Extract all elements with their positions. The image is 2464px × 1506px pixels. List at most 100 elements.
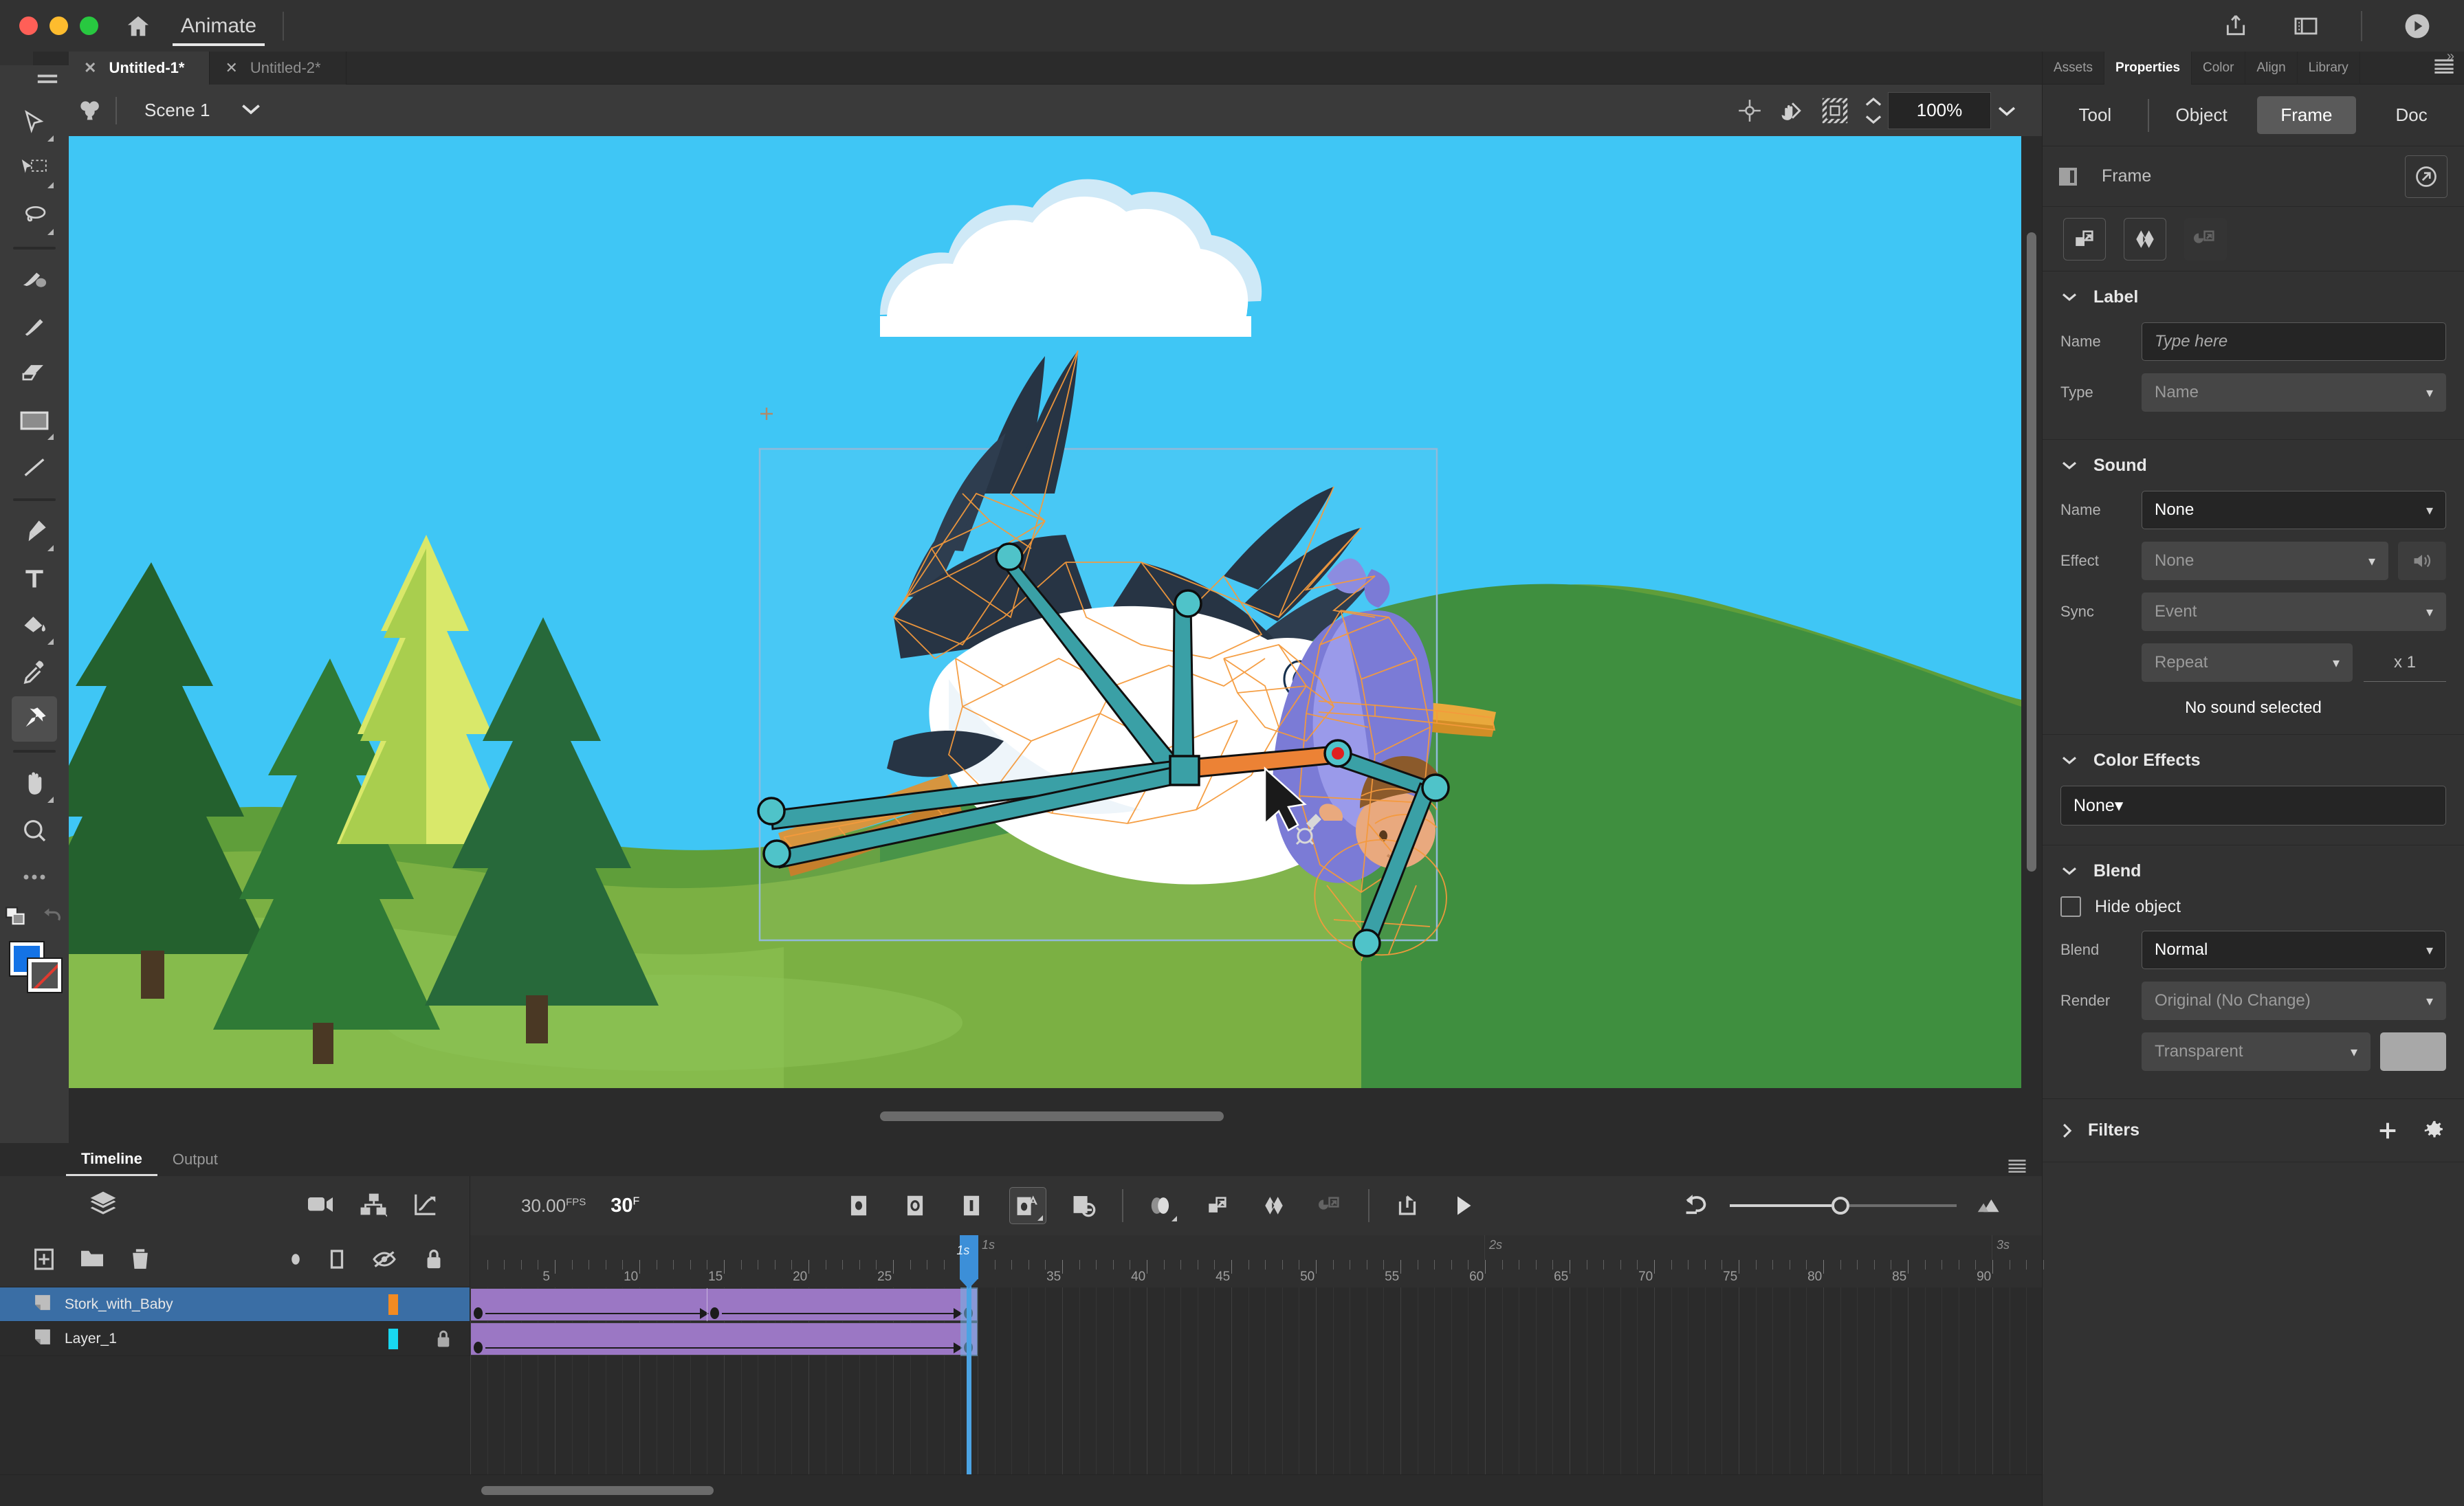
panel-tab-library[interactable]: Library (2298, 51, 2360, 85)
sound-sync-select[interactable]: Event ▾ (2142, 593, 2446, 631)
filters-section-header[interactable]: Filters (2043, 1099, 2464, 1162)
paint-brush-tool[interactable] (12, 258, 57, 303)
swap-colors-icon[interactable] (4, 905, 30, 927)
layer-lock-icon[interactable] (430, 1329, 457, 1349)
maximize-window-button[interactable] (80, 16, 98, 35)
create-motion-tween-icon[interactable] (2184, 217, 2227, 261)
preview-size-icon[interactable] (1976, 1194, 2005, 1218)
rectangle-tool[interactable] (12, 398, 57, 443)
insert-blank-keyframe-icon[interactable] (896, 1187, 934, 1224)
layer-row-layer-1[interactable]: Layer_1 (0, 1322, 470, 1356)
tab-output[interactable]: Output (157, 1143, 233, 1176)
document-tab-untitled-2[interactable]: ✕ Untitled-2* (210, 52, 346, 85)
frames-grid[interactable]: 1s (470, 1235, 2044, 1474)
lasso-tool[interactable] (12, 193, 57, 239)
onion-skin-icon[interactable] (1143, 1187, 1180, 1224)
frame-span[interactable] (470, 1288, 978, 1321)
eye-hidden-icon[interactable] (372, 1250, 397, 1272)
zoom-dropdown-icon[interactable] (1991, 92, 2023, 129)
sound-name-select[interactable]: None ▾ (2142, 491, 2446, 529)
window-controls[interactable] (19, 16, 98, 35)
layer-row-stork-with-baby[interactable]: Stork_with_Baby (0, 1287, 470, 1322)
plus-icon[interactable] (2376, 1119, 2399, 1142)
sound-repeat-count[interactable]: x 1 (2364, 643, 2446, 682)
playhead[interactable]: 1s (956, 1235, 979, 1474)
document-tab-untitled-1[interactable]: ✕ Untitled-1* (69, 52, 210, 85)
hide-object-checkbox[interactable] (2060, 896, 2081, 917)
panel-tab-assets[interactable]: Assets (2043, 51, 2105, 85)
play-icon[interactable] (1445, 1187, 1482, 1224)
eyedropper-tool[interactable] (12, 650, 57, 695)
new-folder-icon[interactable] (80, 1248, 104, 1274)
delete-layer-icon[interactable] (129, 1248, 151, 1274)
chevron-down-icon[interactable] (240, 101, 262, 120)
frame-count-value[interactable]: 30F (610, 1195, 639, 1217)
hide-object-row[interactable]: Hide object (2043, 896, 2464, 917)
stage-vertical-scrollbar[interactable] (2021, 136, 2042, 1088)
edit-scene-icon[interactable] (69, 97, 111, 124)
clip-content-icon[interactable] (1814, 89, 1856, 132)
close-window-button[interactable] (19, 16, 38, 35)
text-tool[interactable] (12, 556, 57, 601)
tab-timeline[interactable]: Timeline (66, 1143, 157, 1176)
sound-effect-select[interactable]: None ▾ (2142, 542, 2388, 580)
color-effects-select[interactable]: None ▾ (2060, 786, 2446, 826)
background-color-swatch[interactable] (2380, 1032, 2446, 1071)
insert-frame-icon[interactable] (953, 1187, 990, 1224)
play-circle-icon[interactable] (2402, 11, 2432, 41)
timeline-zoom-slider-left[interactable] (1730, 1204, 1832, 1207)
new-layer-icon[interactable] (33, 1248, 55, 1274)
subtab-doc[interactable]: Doc (2362, 96, 2461, 134)
lock-icon[interactable] (424, 1248, 443, 1274)
zoom-tool[interactable] (12, 808, 57, 853)
timeline-ruler[interactable]: 1s2s3s5101520253035404550556065707580859… (470, 1235, 2044, 1287)
asset-warp-tool[interactable] (12, 696, 57, 742)
color-effects-header[interactable]: Color Effects (2043, 735, 2464, 786)
timeline-horizontal-scrollbar-thumb[interactable] (481, 1486, 714, 1495)
sound-section-header[interactable]: Sound (2043, 440, 2464, 491)
panel-tab-align[interactable]: Align (2245, 51, 2298, 85)
blend-section-header[interactable]: Blend (2043, 845, 2464, 896)
render-select[interactable]: Original (No Change) ▾ (2142, 982, 2446, 1020)
delete-frame-icon[interactable] (1066, 1187, 1103, 1224)
zoom-level-field[interactable]: 100% (1888, 91, 1991, 129)
stage[interactable] (69, 136, 2021, 1088)
subtab-tool[interactable]: Tool (2045, 96, 2145, 134)
shape-tween-icon[interactable] (1255, 1187, 1292, 1224)
create-classic-tween-icon[interactable] (2063, 217, 2106, 261)
more-tools-icon[interactable] (12, 854, 57, 900)
classic-tween-icon[interactable] (1199, 1187, 1236, 1224)
timeline-zoom-knob[interactable] (1832, 1197, 1849, 1215)
center-stage-icon[interactable] (1728, 89, 1771, 132)
insert-keyframe-icon[interactable] (840, 1187, 877, 1224)
layer-name[interactable]: Stork_with_Baby (65, 1296, 173, 1313)
subtab-object[interactable]: Object (2152, 96, 2252, 134)
line-tool[interactable] (12, 445, 57, 490)
share-icon[interactable] (2221, 11, 2251, 41)
camera-icon[interactable] (306, 1191, 335, 1221)
outline-icon[interactable] (329, 1249, 344, 1273)
eraser-tool[interactable] (12, 351, 57, 397)
transparent-select[interactable]: Transparent ▾ (2142, 1032, 2370, 1071)
zoom-stepper[interactable] (1863, 97, 1884, 124)
label-section-header[interactable]: Label (2043, 272, 2464, 322)
layer-name[interactable]: Layer_1 (65, 1331, 117, 1347)
minimize-window-button[interactable] (50, 16, 68, 35)
free-transform-tool[interactable] (12, 146, 57, 192)
rotate-stage-icon[interactable] (1771, 89, 1814, 132)
keyframe-dot-icon[interactable] (289, 1250, 302, 1272)
gear-icon[interactable] (2423, 1119, 2446, 1142)
panel-tab-color[interactable]: Color (2192, 51, 2246, 85)
label-type-select[interactable]: Name ▾ (2142, 373, 2446, 412)
reset-colors-icon[interactable] (41, 906, 65, 927)
scrollbar-thumb[interactable] (880, 1111, 1224, 1121)
sound-repeat-select[interactable]: Repeat ▾ (2142, 643, 2353, 682)
timeline-menu-icon[interactable] (2008, 1159, 2042, 1176)
create-shape-tween-icon[interactable] (2124, 217, 2166, 261)
graph-editor-icon[interactable] (412, 1191, 439, 1221)
paint-bucket-tool[interactable] (12, 603, 57, 648)
blend-mode-select[interactable]: Normal ▾ (2142, 931, 2446, 969)
layer-color-swatch[interactable] (388, 1328, 398, 1349)
label-name-input[interactable]: Type here (2142, 322, 2446, 361)
pen-tool[interactable] (12, 509, 57, 555)
